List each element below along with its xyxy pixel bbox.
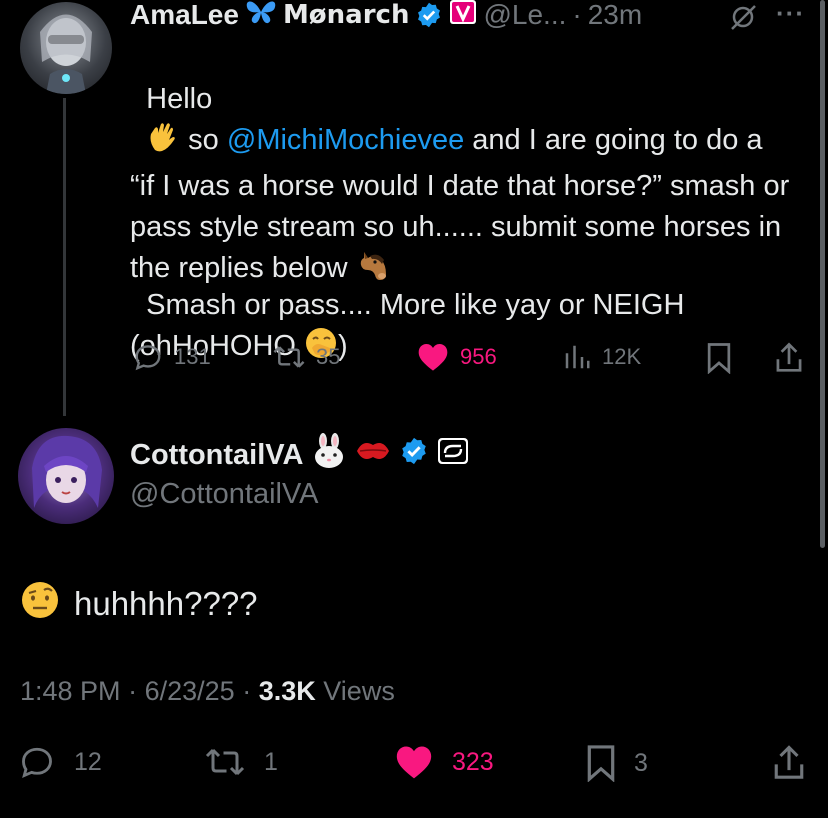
reply-reply-button[interactable]: 12 bbox=[18, 744, 102, 780]
reply-like-button[interactable]: 323 bbox=[394, 744, 494, 780]
reply-time[interactable]: 1:48 PM bbox=[20, 676, 121, 706]
reply-views-count: 3.3K bbox=[258, 676, 316, 706]
reply-avatar[interactable] bbox=[18, 428, 114, 524]
parent-avatar[interactable] bbox=[20, 2, 112, 94]
reply-date[interactable]: 6/23/25 bbox=[145, 676, 235, 706]
parent-like-count: 956 bbox=[460, 344, 497, 369]
reply-verified-badge-icon[interactable] bbox=[399, 436, 429, 474]
reply-bookmark-button[interactable]: 3 bbox=[586, 744, 648, 782]
reply-views-label: Views bbox=[323, 676, 395, 706]
parent-like-button[interactable]: 956 bbox=[416, 342, 497, 372]
parent-name-suffix: Mønarch bbox=[282, 0, 410, 30]
reply-reply-count: 12 bbox=[74, 747, 102, 776]
parent-time[interactable]: 23m bbox=[588, 0, 642, 31]
reply-display-name[interactable]: CottontailVA bbox=[130, 439, 303, 472]
header-separator: · bbox=[572, 0, 582, 30]
parent-share-icon[interactable] bbox=[774, 342, 804, 379]
parent-repost-button[interactable]: 35 bbox=[272, 342, 340, 372]
mention-link[interactable]: @MichiMochievee bbox=[227, 124, 464, 156]
reply-icon bbox=[132, 342, 164, 372]
reply-like-count: 323 bbox=[452, 747, 494, 776]
reply-icon bbox=[18, 744, 56, 780]
v-tag-icon bbox=[449, 0, 477, 32]
thread-connector-line bbox=[63, 98, 66, 416]
parent-reply-button[interactable]: 131 bbox=[132, 342, 211, 372]
butterfly-icon bbox=[245, 0, 277, 32]
parent-views-button[interactable]: 12K bbox=[562, 342, 641, 372]
reply-meta: 1:48 PM · 6/23/25 · 3.3K Views bbox=[20, 676, 395, 706]
reply-header: CottontailVA bbox=[130, 433, 469, 477]
affiliate-badge-icon[interactable] bbox=[437, 437, 469, 473]
waving-hand-icon bbox=[146, 120, 180, 166]
parent-repost-count: 35 bbox=[316, 344, 341, 369]
parent-views-count: 12K bbox=[602, 344, 642, 369]
reply-handle[interactable]: @CottontailVA bbox=[130, 478, 319, 511]
repost-icon bbox=[204, 744, 246, 780]
repost-icon bbox=[272, 342, 306, 372]
heart-filled-icon bbox=[416, 342, 450, 372]
reply-repost-count: 1 bbox=[264, 747, 278, 776]
reply-repost-button[interactable]: 1 bbox=[204, 744, 278, 780]
parent-reply-count: 131 bbox=[174, 344, 211, 369]
verified-badge-icon[interactable] bbox=[415, 1, 443, 29]
kiss-mark-icon bbox=[355, 435, 391, 475]
parent-bookmark-icon[interactable] bbox=[706, 342, 732, 379]
parent-handle[interactable]: @Le... bbox=[483, 0, 566, 31]
more-options-icon[interactable]: ··· bbox=[776, 0, 805, 29]
reply-bookmark-count: 3 bbox=[634, 748, 648, 777]
raised-eyebrow-face-icon bbox=[20, 580, 60, 628]
reply-share-icon[interactable] bbox=[772, 744, 806, 787]
views-bar-chart-icon bbox=[562, 342, 592, 372]
grok-icon[interactable] bbox=[728, 4, 758, 35]
heart-filled-icon bbox=[394, 744, 434, 780]
bookmark-icon bbox=[586, 744, 616, 782]
parent-display-name[interactable]: AmaLee bbox=[130, 0, 239, 31]
reply-tweet-text: huhhhh???? bbox=[20, 580, 258, 628]
parent-header: AmaLee Mønarch @Le... · 23m bbox=[130, 0, 642, 32]
scrollbar[interactable] bbox=[820, 0, 825, 548]
rabbit-face-icon bbox=[311, 433, 347, 477]
